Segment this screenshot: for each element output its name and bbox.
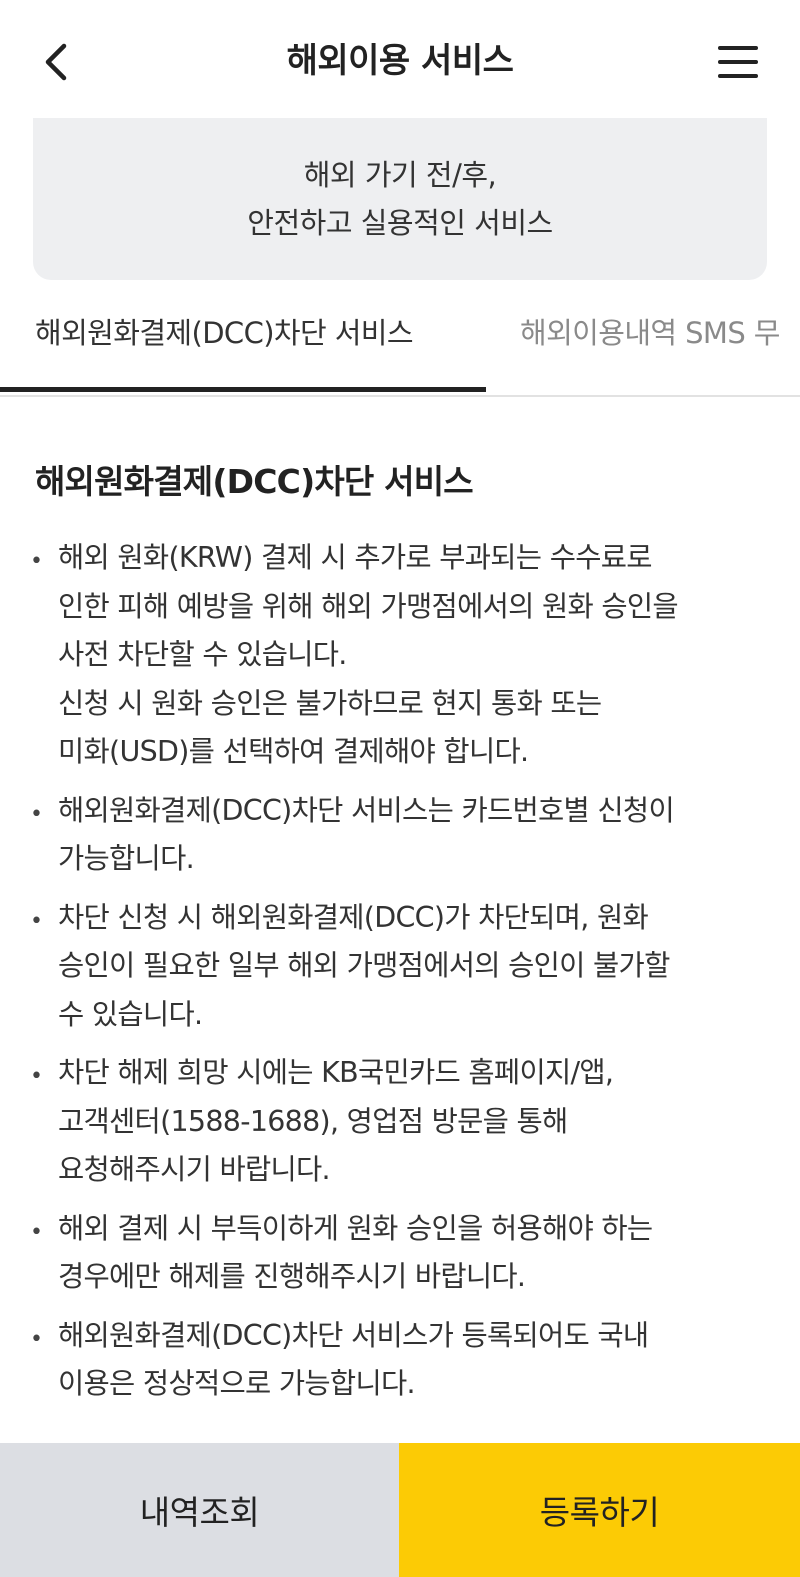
bottom-action-bar: 내역조회 등록하기 <box>0 1443 800 1577</box>
banner-line: 안전하고 실용적인 서비스 <box>247 206 553 240</box>
list-item-text: 차단 해제 희망 시에는 KB국민카드 홈페이지/앱, <box>58 1056 614 1089</box>
list-item-text: 요청해주시기 바랍니다. <box>58 1153 331 1186</box>
bullet-icon: • <box>30 1219 43 1245</box>
section-title: 해외원화결제(DCC)차단 서비스 <box>35 462 474 501</box>
intro-banner: 해외 가기 전/후, 안전하고 실용적인 서비스 <box>33 118 767 280</box>
list-item-text: 해외원화결제(DCC)차단 서비스는 카드번호별 신청이 <box>58 793 675 827</box>
app-header: 해외이용 서비스 <box>0 0 800 118</box>
bullet-icon: • <box>30 1064 43 1089</box>
list-item-text: 이용은 정상적으로 가능합니다. <box>58 1367 416 1400</box>
list-item: • 해외 결제 시 부득이하게 원화 승인을 허용해야 하는 경우에만 해제를 … <box>30 1205 775 1302</box>
register-button[interactable]: 등록하기 <box>399 1443 800 1577</box>
list-item-text: 미화(USD)를 선택하여 결제해야 합니다. <box>58 735 529 768</box>
list-item-text: 고객센터(1588-1688), 영업점 방문을 통해 <box>58 1104 568 1138</box>
bullet-icon: • <box>30 549 43 574</box>
info-list: • 해외 원화(KRW) 결제 시 추가로 부과되는 수수료로 인한 피해 예방… <box>30 534 775 1419</box>
list-item-text: 가능합니다. <box>58 842 195 875</box>
banner-line: 해외 가기 전/후, <box>303 158 497 192</box>
bullet-icon: • <box>30 908 43 934</box>
list-item: • 해외 원화(KRW) 결제 시 추가로 부과되는 수수료로 인한 피해 예방… <box>30 534 775 777</box>
list-item-text: 경우에만 해제를 진행해주시기 바랍니다. <box>58 1260 526 1293</box>
list-item-text: 해외 결제 시 부득이하게 원화 승인을 허용해야 하는 <box>58 1211 653 1245</box>
active-tab-indicator <box>0 387 486 392</box>
back-button[interactable] <box>36 36 84 88</box>
list-item-text: 차단 신청 시 해외원화결제(DCC)가 차단되며, 원화 <box>58 900 649 934</box>
page-title: 해외이용 서비스 <box>286 40 514 81</box>
list-item-text: 신청 시 원화 승인은 불가하므로 현지 통화 또는 <box>58 686 602 720</box>
list-item-text: 사전 차단할 수 있습니다. <box>58 638 347 671</box>
list-item: • 차단 해제 희망 시에는 KB국민카드 홈페이지/앱, 고객센터(1588-… <box>30 1049 775 1195</box>
list-item: • 해외원화결제(DCC)차단 서비스가 등록되어도 국내 이용은 정상적으로 … <box>30 1312 775 1409</box>
chevron-left-icon <box>45 43 67 81</box>
tab-bar: 해외원화결제(DCC)차단 서비스 해외이용내역 SMS 무 <box>0 300 800 397</box>
list-item-text: 수 있습니다. <box>58 997 203 1031</box>
list-item-text: 인한 피해 예방을 위해 해외 가맹점에서의 원화 승인을 <box>58 589 679 623</box>
tab-dcc-block[interactable]: 해외원화결제(DCC)차단 서비스 <box>35 300 414 392</box>
list-item-text: 해외원화결제(DCC)차단 서비스가 등록되어도 국내 <box>58 1318 649 1352</box>
tab-sms-notification[interactable]: 해외이용내역 SMS 무 <box>520 300 780 392</box>
history-button[interactable]: 내역조회 <box>0 1443 399 1577</box>
list-item-text: 승인이 필요한 일부 해외 가맹점에서의 승인이 불가할 <box>58 949 670 982</box>
menu-button[interactable] <box>714 40 762 84</box>
bullet-icon: • <box>30 1326 43 1352</box>
list-item: • 해외원화결제(DCC)차단 서비스는 카드번호별 신청이 가능합니다. <box>30 787 775 884</box>
hamburger-menu-icon <box>718 46 758 78</box>
list-item: • 차단 신청 시 해외원화결제(DCC)가 차단되며, 원화 승인이 필요한 … <box>30 894 775 1040</box>
list-item-text: 해외 원화(KRW) 결제 시 추가로 부과되는 수수료로 <box>58 541 652 574</box>
bullet-icon: • <box>30 801 43 827</box>
